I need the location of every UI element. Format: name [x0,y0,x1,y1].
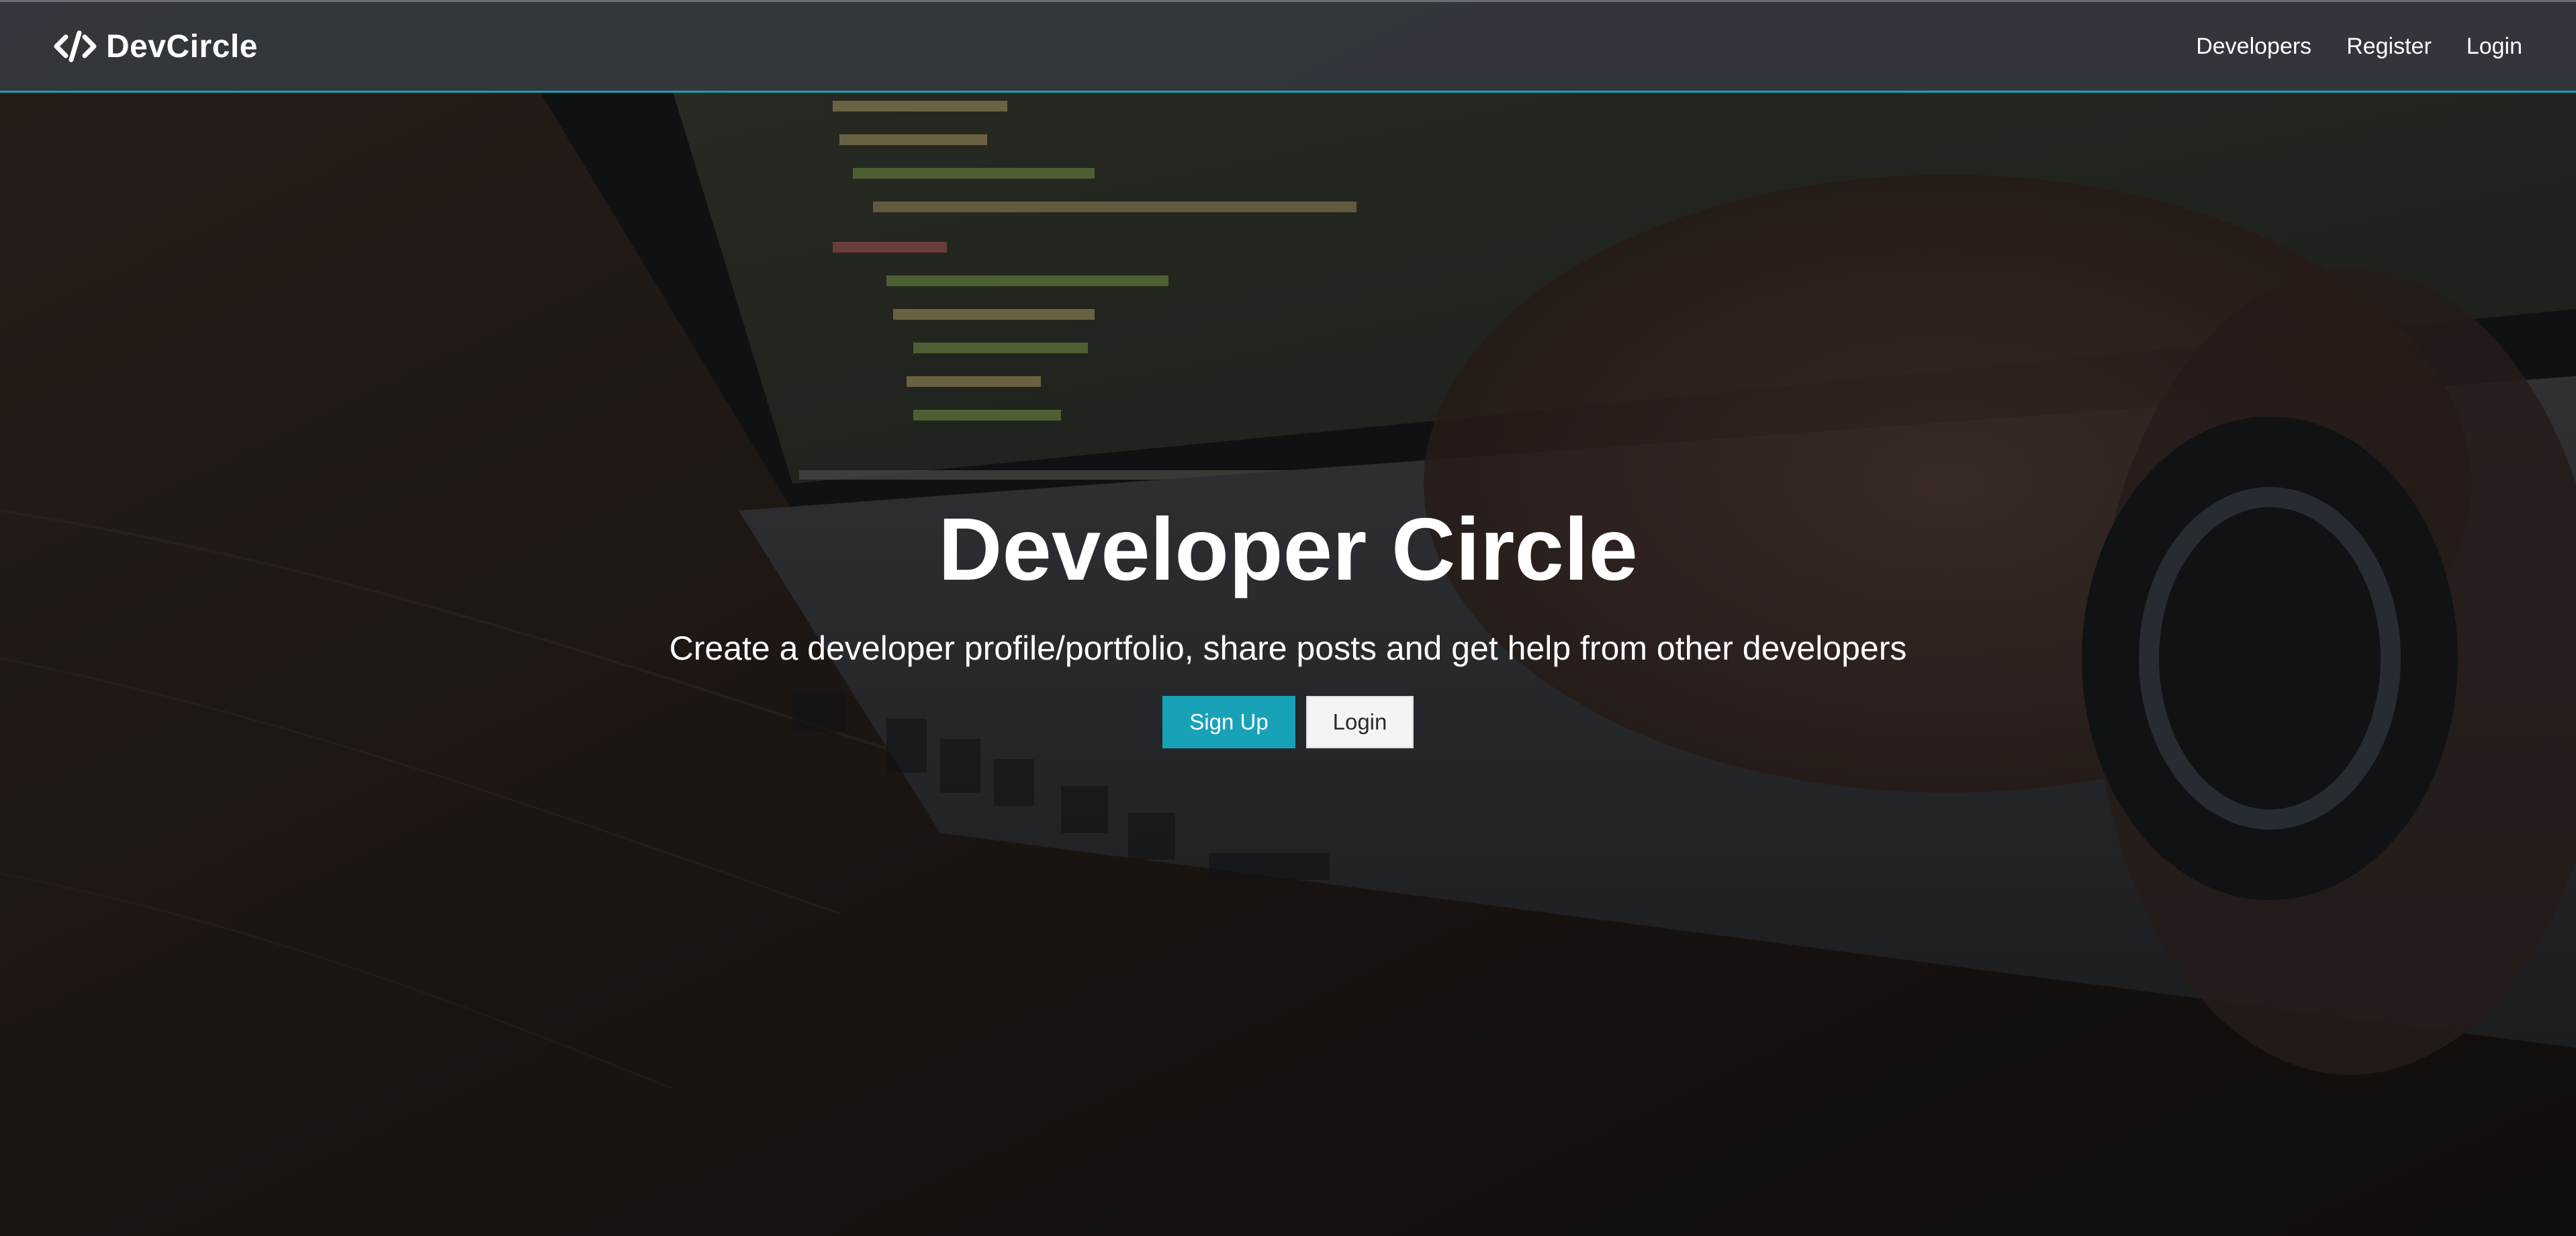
hero-lead: Create a developer profile/portfolio, sh… [669,629,1907,667]
hero-title: Developer Circle [938,500,1638,599]
sign-up-button[interactable]: Sign Up [1162,696,1295,748]
hero-buttons: Sign Up Login [0,696,2576,748]
login-button[interactable]: Login [1306,696,1414,748]
hero-section: Developer Circle Create a developer prof… [0,0,2576,1236]
landing-page: DevCircle Developers Register Login Deve… [0,0,2576,1236]
